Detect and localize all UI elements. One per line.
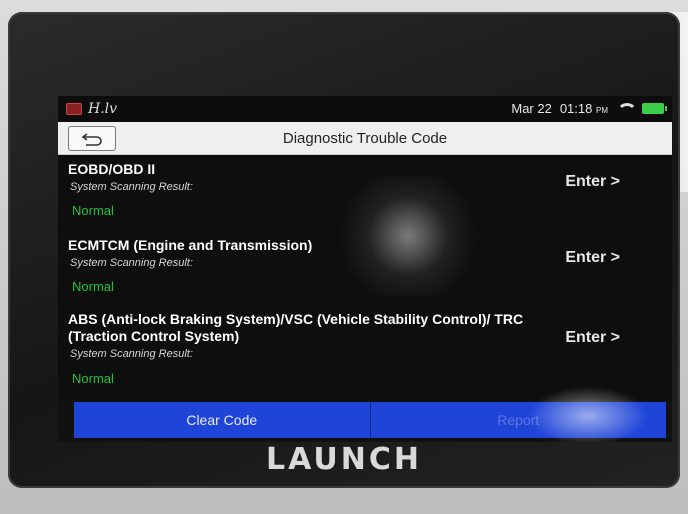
status-time-suffix: PM [596, 106, 608, 115]
title-bar: Diagnostic Trouble Code [58, 122, 672, 155]
status-time-value: 01:18 [559, 101, 593, 116]
status-date: Mar 22 [511, 101, 552, 116]
report-button[interactable]: Report [369, 402, 666, 438]
app-notification-icon [66, 103, 82, 115]
scan-result-label: System Scanning Result: [70, 257, 193, 269]
scan-result-label: System Scanning Result: [70, 348, 193, 360]
system-row-ecmtcm[interactable]: ECMTCM (Engine and Transmission) System … [58, 237, 672, 307]
enter-button[interactable]: Enter > [565, 329, 620, 347]
system-list: EOBD/OBD II System Scanning Result: Norm… [58, 155, 672, 400]
scan-result-label: System Scanning Result: [70, 181, 193, 193]
system-name: ABS (Anti-lock Braking System)/VSC (Vehi… [68, 311, 524, 344]
battery-icon [642, 103, 667, 114]
system-row-eobd[interactable]: EOBD/OBD II System Scanning Result: Norm… [58, 161, 672, 231]
status-bar: H.lv Mar 22 01:18 PM [58, 96, 672, 122]
system-row-abs-vsc-trc[interactable]: ABS (Anti-lock Braking System)/VSC (Vehi… [58, 311, 672, 399]
enter-button[interactable]: Enter > [565, 173, 620, 191]
action-bar: Clear Code Report [74, 402, 666, 438]
page-title: Diagnostic Trouble Code [282, 130, 448, 147]
scan-status: Normal [72, 203, 114, 218]
scan-status: Normal [72, 279, 114, 294]
status-time: 01:18 PM [560, 101, 608, 116]
device-bezel: H.lv Mar 22 01:18 PM Diagnostic Trouble … [8, 12, 680, 488]
brand-logo: LAUNCH [265, 442, 422, 477]
system-name: ECMTCM (Engine and Transmission) [68, 237, 313, 253]
scan-status: Normal [72, 371, 114, 386]
status-bar-left: H.lv [66, 101, 117, 117]
device-screen: H.lv Mar 22 01:18 PM Diagnostic Trouble … [58, 96, 672, 442]
signal-text: H.lv [88, 101, 118, 117]
wifi-icon [616, 102, 637, 115]
clear-code-button[interactable]: Clear Code [74, 402, 370, 438]
status-bar-right: Mar 22 01:18 PM [511, 101, 667, 116]
system-name: EOBD/OBD II [68, 161, 156, 177]
enter-button[interactable]: Enter > [565, 249, 620, 267]
